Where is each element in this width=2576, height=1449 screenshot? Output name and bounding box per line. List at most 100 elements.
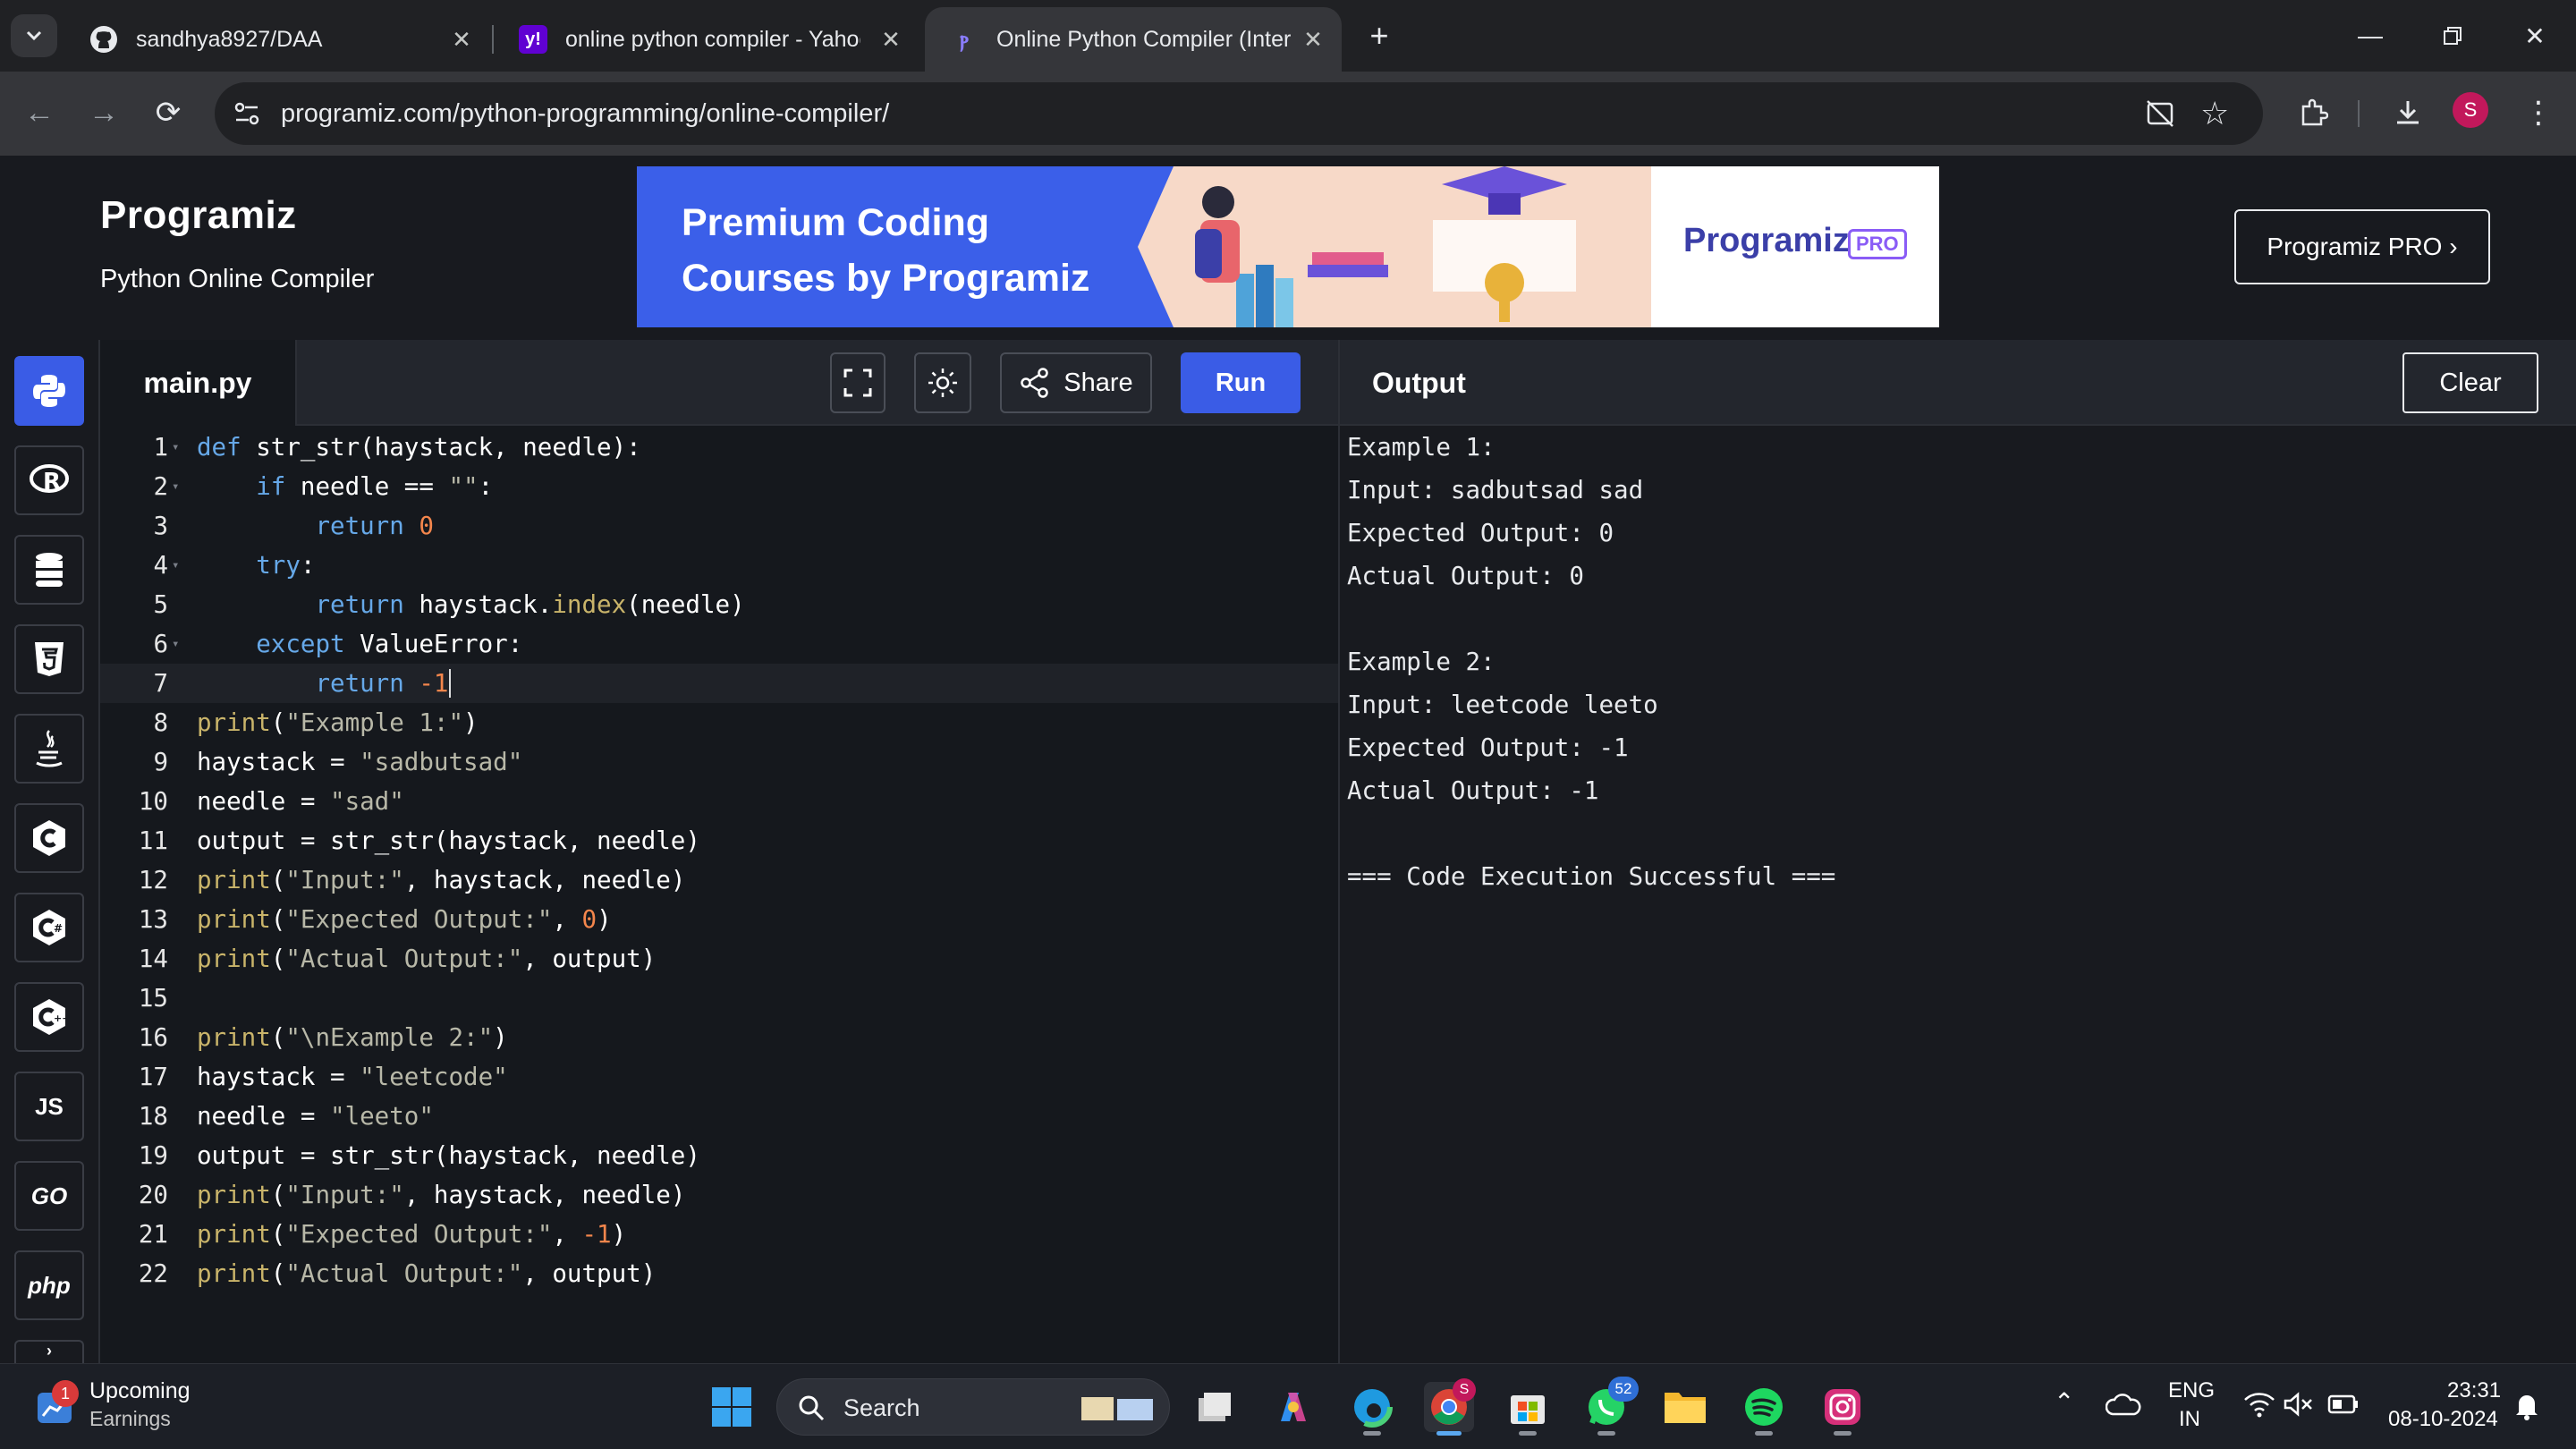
- code-text: try:: [256, 551, 316, 580]
- spotify-app[interactable]: [1739, 1382, 1789, 1436]
- minimize-button[interactable]: —: [2329, 9, 2411, 63]
- code-line[interactable]: 20 print("Input:", haystack, needle): [100, 1175, 1338, 1215]
- python-icon[interactable]: [14, 356, 84, 426]
- fullscreen-button[interactable]: [830, 352, 886, 413]
- clock-date[interactable]: 08-10-2024: [2388, 1407, 2498, 1432]
- language-sidebar: R # ++ JS GO php ›: [0, 340, 100, 1363]
- language-code[interactable]: ENG: [2168, 1378, 2215, 1403]
- code-text: return -1: [197, 664, 452, 703]
- code-line[interactable]: 4 ▾ try:: [100, 546, 1338, 585]
- code-line[interactable]: 3 return 0: [100, 506, 1338, 546]
- code-line[interactable]: 1 ▾ def str_str(haystack, needle):: [100, 428, 1338, 467]
- csharp-icon[interactable]: #: [14, 893, 84, 962]
- code-line[interactable]: 19 output = str_str(haystack, needle): [100, 1136, 1338, 1175]
- close-window-button[interactable]: ✕: [2494, 9, 2576, 63]
- eye-off-icon[interactable]: [2145, 98, 2175, 133]
- code-area[interactable]: 1 ▾ def str_str(haystack, needle): 2 ▾ if ne…: [100, 426, 1338, 1363]
- back-button[interactable]: ←: [18, 91, 61, 134]
- run-button[interactable]: Run: [1181, 352, 1301, 413]
- close-tab-icon[interactable]: ✕: [1299, 25, 1327, 54]
- fold-toggle-icon[interactable]: ▾: [172, 624, 179, 664]
- file-tab[interactable]: main.py: [100, 340, 297, 426]
- extensions-icon[interactable]: [2292, 91, 2334, 134]
- profile-avatar[interactable]: S: [2453, 92, 2488, 128]
- code-text: haystack = "sadbutsad": [197, 748, 523, 776]
- code-editor: main.py Share Run 1 ▾ def str_str(haystack…: [100, 340, 1338, 1363]
- new-tab-button[interactable]: +: [1360, 16, 1399, 55]
- programiz-pro-button[interactable]: Programiz PRO ›: [2234, 209, 2490, 284]
- clock-time[interactable]: 23:31: [2447, 1378, 2501, 1403]
- menu-icon[interactable]: ⋮: [2517, 91, 2560, 134]
- code-line[interactable]: 13 print("Expected Output:", 0): [100, 900, 1338, 939]
- code-line[interactable]: 12 print("Input:", haystack, needle): [100, 860, 1338, 900]
- instagram-app[interactable]: [1818, 1382, 1868, 1436]
- r-icon[interactable]: R: [14, 445, 84, 515]
- html5-icon[interactable]: [14, 624, 84, 694]
- close-tab-icon[interactable]: ✕: [877, 25, 905, 54]
- code-line[interactable]: 18 needle = "leeto": [100, 1097, 1338, 1136]
- notification-bell-icon[interactable]: [2513, 1391, 2540, 1428]
- task-view-button[interactable]: [1190, 1382, 1240, 1432]
- code-line[interactable]: 17 haystack = "leetcode": [100, 1057, 1338, 1097]
- reload-button[interactable]: ⟳: [147, 91, 190, 134]
- browser-tab-yahoo[interactable]: y! online python compiler - Yahoo ✕: [494, 7, 919, 72]
- go-icon[interactable]: GO: [14, 1161, 84, 1231]
- download-icon[interactable]: [2386, 91, 2429, 134]
- battery-icon[interactable]: [2327, 1393, 2360, 1422]
- code-line[interactable]: 5 return haystack.index(needle): [100, 585, 1338, 624]
- more-languages-icon[interactable]: ›: [14, 1340, 84, 1363]
- theme-toggle-button[interactable]: [914, 352, 971, 413]
- chrome-app[interactable]: S: [1424, 1378, 1476, 1436]
- clear-button[interactable]: Clear: [2402, 352, 2538, 413]
- programiz-logo[interactable]: Programiz: [100, 193, 297, 238]
- volume-muted-icon[interactable]: [2283, 1391, 2315, 1424]
- forward-button[interactable]: →: [82, 91, 125, 134]
- browser-tab-github[interactable]: sandhya8927/DAA ✕: [64, 7, 490, 72]
- php-icon[interactable]: php: [14, 1250, 84, 1320]
- fold-toggle-icon[interactable]: ▾: [172, 428, 179, 467]
- edge-app[interactable]: [1347, 1382, 1397, 1436]
- c-icon[interactable]: [14, 803, 84, 873]
- start-button[interactable]: [707, 1382, 757, 1432]
- code-line[interactable]: 21 print("Expected Output:", -1): [100, 1215, 1338, 1254]
- widgets-button[interactable]: 1: [34, 1380, 79, 1433]
- cpp-icon[interactable]: ++: [14, 982, 84, 1052]
- java-icon[interactable]: [14, 714, 84, 784]
- code-line[interactable]: 15: [100, 979, 1338, 1018]
- tab-search-button[interactable]: [11, 14, 57, 57]
- code-line[interactable]: 16 print("\nExample 2:"): [100, 1018, 1338, 1057]
- code-line[interactable]: 14 print("Actual Output:", output): [100, 939, 1338, 979]
- chevron-up-icon[interactable]: ⌃: [2054, 1387, 2074, 1417]
- code-line[interactable]: 10 needle = "sad": [100, 782, 1338, 821]
- code-line[interactable]: 6 ▾ except ValueError:: [100, 624, 1338, 664]
- store-icon: [1511, 1395, 1545, 1424]
- code-line[interactable]: 8 print("Example 1:"): [100, 703, 1338, 742]
- code-line[interactable]: 9 haystack = "sadbutsad": [100, 742, 1338, 782]
- code-line[interactable]: 7 return -1: [100, 664, 1338, 703]
- sql-icon[interactable]: [14, 535, 84, 605]
- whatsapp-app[interactable]: 52: [1581, 1377, 1639, 1436]
- address-bar[interactable]: programiz.com/python-programming/online-…: [215, 82, 2263, 145]
- store-app[interactable]: [1503, 1382, 1553, 1436]
- widget-title: Upcoming: [89, 1378, 191, 1403]
- language-region[interactable]: IN: [2179, 1407, 2200, 1432]
- javascript-icon[interactable]: JS: [14, 1072, 84, 1141]
- code-line[interactable]: 11 output = str_str(haystack, needle): [100, 821, 1338, 860]
- sun-icon: [928, 369, 957, 397]
- file-explorer-app[interactable]: [1660, 1382, 1710, 1432]
- browser-tab-programiz[interactable]: ⲣ Online Python Compiler (Interp ✕: [925, 7, 1342, 72]
- code-line[interactable]: 2 ▾ if needle == "":: [100, 467, 1338, 506]
- close-tab-icon[interactable]: ✕: [447, 25, 476, 54]
- restore-button[interactable]: [2411, 9, 2494, 63]
- share-button[interactable]: Share: [1000, 352, 1152, 413]
- taskbar-search[interactable]: Search: [776, 1378, 1170, 1436]
- onedrive-icon[interactable]: [2105, 1391, 2141, 1424]
- fold-toggle-icon[interactable]: ▾: [172, 467, 179, 506]
- wifi-icon[interactable]: [2243, 1391, 2275, 1424]
- code-line[interactable]: 22 print("Actual Output:", output): [100, 1254, 1338, 1293]
- ad-banner[interactable]: Premium Coding Courses by Programiz Prog…: [637, 166, 1939, 327]
- site-settings-icon[interactable]: [231, 97, 263, 134]
- fold-toggle-icon[interactable]: ▾: [172, 546, 179, 585]
- copilot-app[interactable]: [1268, 1382, 1318, 1432]
- star-icon[interactable]: ☆: [2200, 95, 2229, 132]
